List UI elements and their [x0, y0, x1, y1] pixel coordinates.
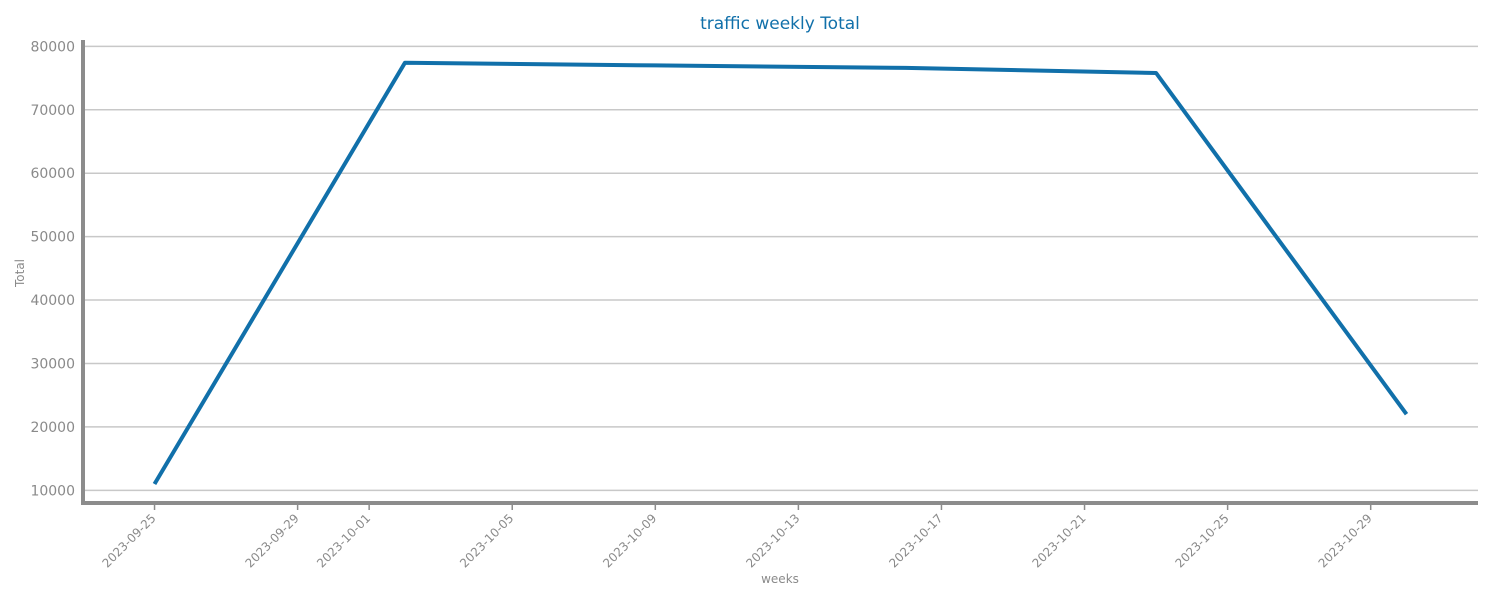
x-tick-label: 2023-09-29 — [243, 511, 302, 570]
x-axis-label: weeks — [761, 572, 799, 586]
line-chart: 10000 20000 30000 40000 50000 60000 70000 80000… — [13, 14, 1478, 586]
y-axis-label: Total — [13, 259, 27, 288]
chart-container: 10000 20000 30000 40000 50000 60000 70000 80000… — [0, 0, 1492, 601]
y-tick-label: 20000 — [30, 420, 75, 436]
y-tick-label: 70000 — [30, 103, 75, 119]
y-tick-label: 40000 — [30, 293, 75, 309]
y-tick-label: 80000 — [30, 39, 75, 55]
x-tick-label: 2023-10-05 — [457, 511, 516, 570]
x-tick-label: 2023-10-25 — [1173, 511, 1232, 570]
series-layer — [152, 60, 1409, 486]
x-tick-label: 2023-10-09 — [600, 511, 659, 570]
x-tick-label: 2023-10-21 — [1029, 511, 1088, 570]
x-tick-label: 2023-09-25 — [99, 511, 158, 570]
y-tick-label: 10000 — [30, 483, 75, 499]
x-tick-label: 2023-10-13 — [743, 511, 802, 570]
series-line — [152, 60, 1409, 486]
x-tick-label: 2023-10-01 — [314, 511, 373, 570]
y-tick-label: 50000 — [30, 230, 75, 246]
y-tick-label: 60000 — [30, 166, 75, 182]
chart-title: traffic weekly Total — [700, 14, 860, 34]
gridlines — [83, 45, 1478, 492]
x-tick-label: 2023-10-29 — [1316, 511, 1375, 570]
x-tick-label: 2023-10-17 — [886, 511, 945, 570]
y-tick-label: 30000 — [30, 356, 75, 372]
